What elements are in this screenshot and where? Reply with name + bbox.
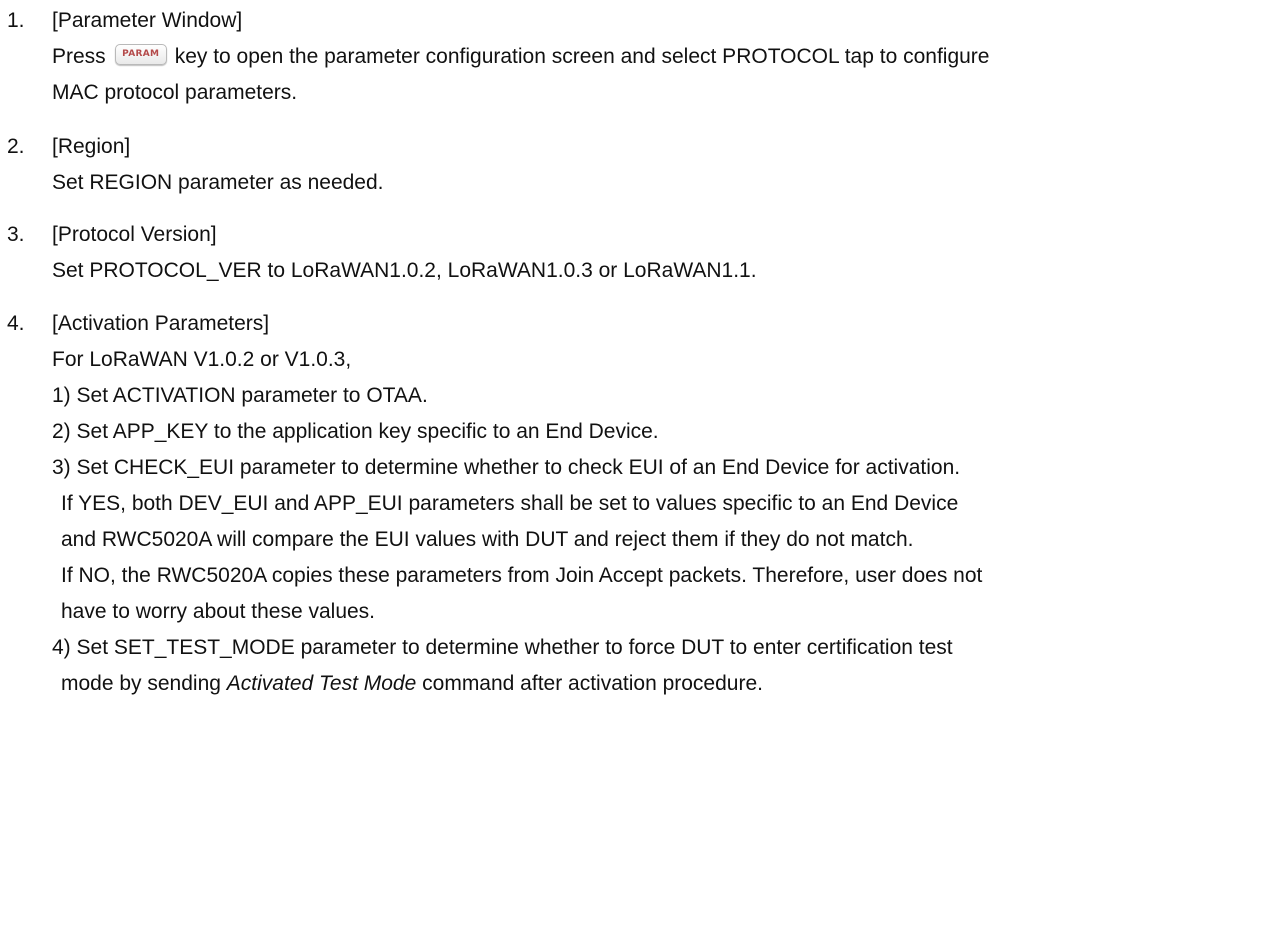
item-1-text-after-key: key to open the parameter configuration …: [174, 45, 990, 68]
step-2: 2) Set APP_KEY to the application key sp…: [52, 420, 659, 443]
step-3-continuation: and RWC5020A will compare the EUI values…: [61, 528, 914, 551]
item-number: 4.: [7, 312, 25, 335]
item-number: 2.: [7, 135, 25, 158]
step-3: 3) Set CHECK_EUI parameter to determine …: [52, 456, 961, 479]
document-page: 1. [Parameter Window] Press PARAM key to o…: [0, 0, 1268, 927]
item-1-text-line-1: Press PARAM key to open the parameter conf…: [52, 43, 990, 69]
item-1-text-before-key: Press: [52, 45, 106, 68]
step-4: 4) Set SET_TEST_MODE parameter to determ…: [52, 636, 953, 659]
step-4-text-before: mode by sending: [61, 672, 221, 695]
item-3-text-line-1: Set PROTOCOL_VER to LoRaWAN1.0.2, LoRaWA…: [52, 259, 757, 282]
step-1: 1) Set ACTIVATION parameter to OTAA.: [52, 384, 428, 407]
command-name: Activated Test Mode: [226, 672, 417, 695]
step-3-continuation: If YES, both DEV_EUI and APP_EUI paramet…: [61, 492, 959, 515]
item-2-text-line-1: Set REGION parameter as needed.: [52, 171, 384, 194]
step-4-continuation: mode by sending Activated Test Mode comm…: [61, 672, 763, 696]
item-number: 1.: [7, 9, 25, 32]
param-key-icon: PARAM: [114, 43, 167, 65]
item-number: 3.: [7, 223, 25, 246]
item-4-intro: For LoRaWAN V1.0.2 or V1.0.3,: [52, 348, 352, 371]
step-3-continuation: If NO, the RWC5020A copies these paramet…: [61, 564, 983, 587]
step-3-continuation: have to worry about these values.: [61, 600, 376, 623]
item-heading: [Region]: [52, 135, 131, 158]
item-1-text-line-2: MAC protocol parameters.: [52, 81, 298, 104]
item-heading: [Activation Parameters]: [52, 312, 270, 335]
item-heading: [Protocol Version]: [52, 223, 217, 246]
step-4-text-after: command after activation procedure.: [422, 672, 763, 695]
item-heading: [Parameter Window]: [52, 9, 243, 32]
